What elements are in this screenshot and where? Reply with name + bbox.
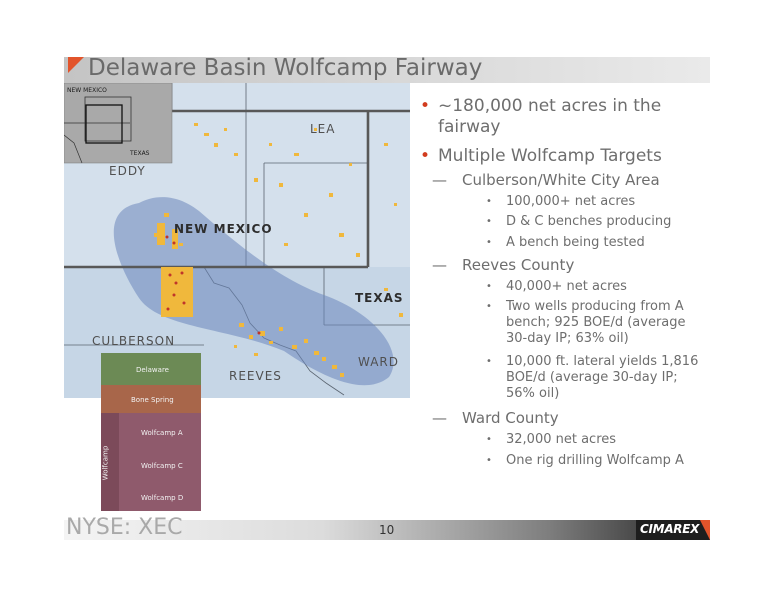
layer-label-wolfcamp-c: Wolfcamp C (141, 462, 183, 470)
layer-label-delaware: Delaware (136, 366, 169, 374)
basin-map: EDDY LEA NEW MEXICO TEXAS CULBERSON REEV… (64, 83, 410, 398)
layer-label-wolfcamp-a: Wolfcamp A (141, 429, 183, 437)
label-new-mexico: NEW MEXICO (174, 222, 273, 236)
logo-accent-icon (700, 520, 710, 540)
label-culberson: CULBERSON (92, 334, 175, 348)
title-accent-triangle (68, 57, 84, 73)
page-number: 10 (379, 523, 395, 537)
label-reeves: REEVES (229, 369, 282, 383)
layer-label-wolfcamp-d: Wolfcamp D (141, 494, 184, 502)
logo-text: CIMAREX (640, 522, 700, 536)
layer-label-bone-spring: Bone Spring (131, 396, 174, 404)
stratigraphic-column: Delaware Bone Spring Wolfcamp A Wolfcamp… (101, 353, 201, 511)
label-lea: LEA (310, 122, 335, 136)
company-logo: CIMAREX (636, 520, 710, 540)
bullet-text: Multiple Wolfcamp Targets (438, 146, 662, 166)
footer-ticker: NYSE: XEC (66, 515, 183, 540)
inset-locator-map: NEW MEXICO TEXAS (64, 83, 173, 164)
bullet-text: ~180,000 net acres in the fairway (438, 96, 662, 137)
bullet-marker: • (420, 146, 431, 166)
label-ward: WARD (358, 355, 399, 369)
culberson-acreage-block (161, 267, 193, 317)
label-eddy: EDDY (109, 164, 146, 178)
inset-label-texas: TEXAS (129, 150, 150, 157)
bullet-marker: • (420, 96, 431, 116)
inset-label-new-mexico: NEW MEXICO (67, 87, 107, 94)
label-texas: TEXAS (355, 291, 404, 305)
slide-title: Delaware Basin Wolfcamp Fairway (88, 55, 483, 81)
white-city-acreage (157, 223, 165, 245)
group-label-wolfcamp: Wolfcamp (101, 445, 110, 481)
